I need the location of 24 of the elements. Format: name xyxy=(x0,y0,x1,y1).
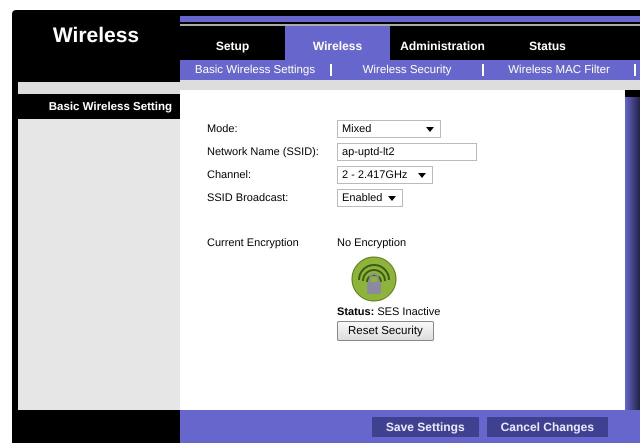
field-label: SSID Broadcast: xyxy=(207,192,290,204)
field-label: Network Name (SSID): xyxy=(207,146,320,158)
field-label: Channel: xyxy=(207,169,252,181)
footer-button[interactable]: Cancel Changes xyxy=(486,416,608,436)
caret-icon xyxy=(388,196,396,200)
encryption-value: No Encryption xyxy=(337,237,406,249)
caret-icon xyxy=(418,172,426,178)
dropdown[interactable]: Mixed xyxy=(337,120,441,138)
subnav-link[interactable]: Wireless MAC Filter xyxy=(484,64,634,76)
dropdown[interactable]: 2 - 2.417GHz xyxy=(337,166,433,184)
field-label: Current Encryption xyxy=(207,237,300,251)
field-label: Mode: xyxy=(207,123,239,135)
subnav-link[interactable]: Basic Wireless Settings xyxy=(180,64,330,76)
nav-tab[interactable]: Wireless xyxy=(285,26,390,60)
section-title: Basic Wireless Setting xyxy=(48,100,173,114)
footer-button[interactable]: Save Settings xyxy=(372,416,479,436)
caret-icon xyxy=(426,126,434,132)
wireless-lock-icon xyxy=(351,256,397,302)
reset-security-button[interactable]: Reset Security xyxy=(337,321,434,341)
ssid-input[interactable]: ap-uptd-lt2 xyxy=(337,143,477,161)
page-title: Wireless xyxy=(52,24,140,49)
dropdown[interactable]: Enabled xyxy=(337,189,403,207)
subnav-link[interactable]: Wireless Security xyxy=(332,64,482,76)
ses-status: Status: SES Inactive xyxy=(337,306,440,318)
